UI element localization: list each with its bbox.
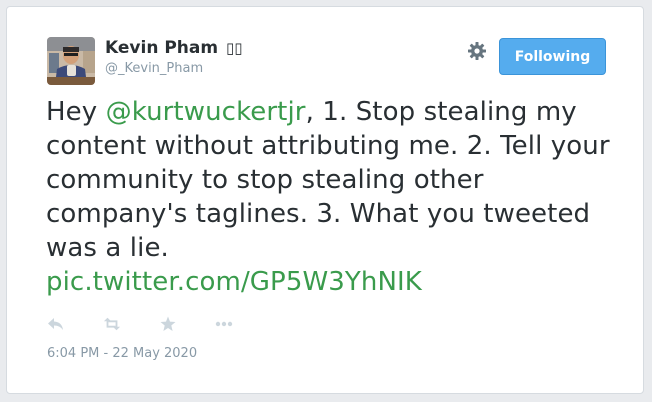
more-icon[interactable] xyxy=(215,315,233,333)
mention-link[interactable]: @kurtwuckertjr xyxy=(106,97,306,127)
following-button[interactable]: Following xyxy=(499,38,606,75)
gear-icon[interactable] xyxy=(467,41,487,61)
display-name-emoji: ▯▯ xyxy=(226,39,243,57)
tweet-card: Kevin Pham ▯▯ @_Kevin_Pham Following Hey… xyxy=(6,6,644,394)
username[interactable]: @_Kevin_Pham xyxy=(105,61,203,76)
reply-icon[interactable] xyxy=(47,315,65,333)
star-icon[interactable] xyxy=(159,315,177,333)
tweet-text: Hey @kurtwuckertjr, 1. Stop stealing my … xyxy=(46,95,626,299)
tweet-timestamp[interactable]: 6:04 PM - 22 May 2020 xyxy=(47,346,197,361)
avatar[interactable] xyxy=(47,37,95,85)
tweet-text-prefix: Hey xyxy=(46,97,106,127)
retweet-icon[interactable] xyxy=(103,315,121,333)
display-name-text: Kevin Pham xyxy=(105,38,219,58)
display-name[interactable]: Kevin Pham ▯▯ xyxy=(105,38,243,58)
tweet-actions xyxy=(47,314,271,334)
pic-link[interactable]: pic.twitter.com/GP5W3YhNIK xyxy=(46,267,422,297)
